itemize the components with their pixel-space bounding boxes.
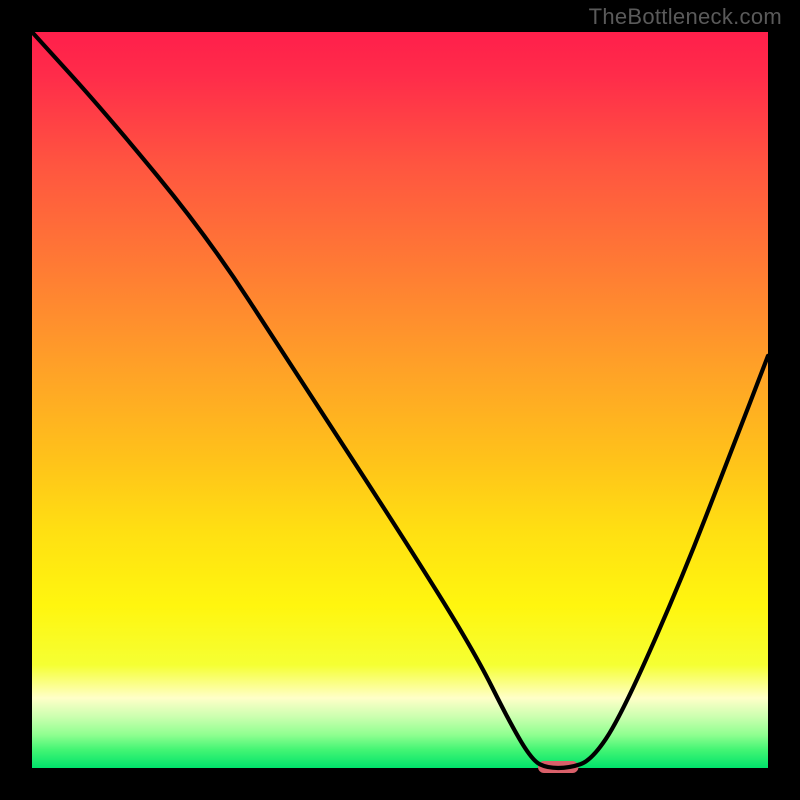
- watermark-text: TheBottleneck.com: [589, 4, 782, 30]
- bottleneck-chart: [0, 0, 800, 800]
- plot-background: [32, 32, 768, 768]
- chart-frame: TheBottleneck.com: [0, 0, 800, 800]
